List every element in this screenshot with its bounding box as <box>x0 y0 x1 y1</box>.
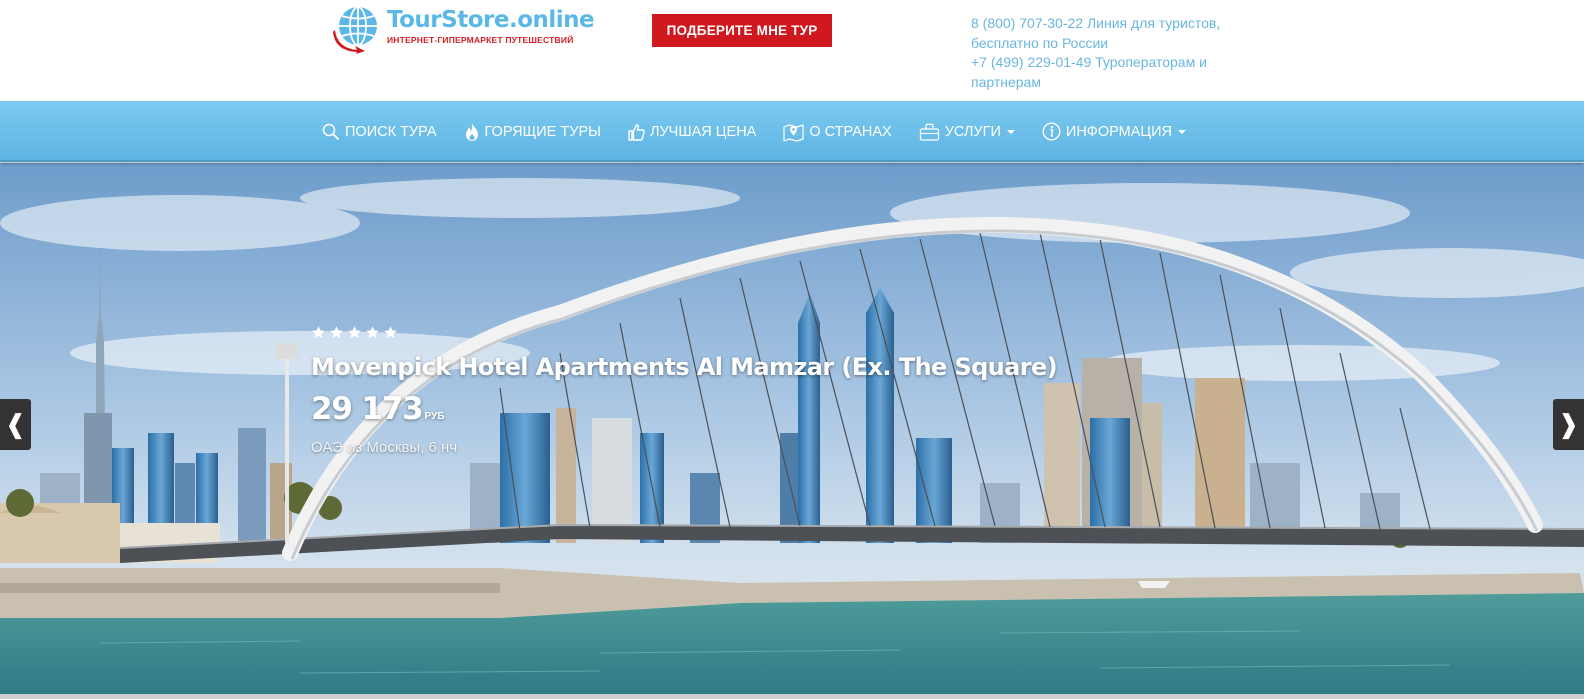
suitcase-icon <box>919 123 939 141</box>
logo-tagline: интернет-гипермаркет путешествий <box>387 35 574 45</box>
nav-item-label: ПОИСК ТУРА <box>345 123 437 140</box>
nav-item-label: ИНФОРМАЦИЯ <box>1065 123 1172 140</box>
thumbs-up-icon <box>628 123 645 141</box>
logo-name: TourStore.online <box>387 7 595 33</box>
globe-logo-icon <box>333 6 377 54</box>
contact-line: бесплатно по России <box>971 34 1109 51</box>
star-icon <box>384 326 397 339</box>
contact-info: 8 (800) 707-30-22 Линия для туристов, бе… <box>971 14 1241 92</box>
fire-icon <box>465 122 478 141</box>
nav-item-countries[interactable]: О СТРАНАХ <box>783 112 892 152</box>
slider-prev-button[interactable]: ❰ <box>0 399 31 450</box>
star-icon <box>366 326 379 339</box>
slide-caption: Movenpick Hotel Apartments Al Mamzar (Ex… <box>311 325 1058 456</box>
nav-item-label: УСЛУГИ <box>944 123 1001 140</box>
site-header: TourStore.online интернет-гипермаркет пу… <box>0 0 1584 101</box>
tour-details: ОАЭ из Москвы, 6 нч <box>311 439 458 456</box>
price-currency: руб <box>424 411 445 422</box>
nav-item-label: О СТРАНАХ <box>809 123 892 140</box>
map-pin-icon <box>783 123 804 142</box>
price-value: 29 173 <box>311 391 424 427</box>
nav-item-hot-tours[interactable]: ГОРЯЩИЕ ТУРЫ <box>464 112 601 152</box>
nav-item-label: ЛУЧШАЯ ЦЕНА <box>649 123 757 140</box>
main-nav: ПОИСК ТУРА ГОРЯЩИЕ ТУРЫ ЛУЧШАЯ ЦЕНА О СТ… <box>0 101 1584 162</box>
page-bottom-divider <box>0 694 1584 699</box>
nav-item-services[interactable]: УСЛУГИ <box>919 112 1015 152</box>
chevron-down-icon <box>1006 129 1015 134</box>
pick-tour-button[interactable]: ПОДБЕРИТЕ МНЕ ТУР <box>652 14 832 47</box>
chevron-down-icon <box>1177 129 1186 134</box>
nav-item-label: ГОРЯЩИЕ ТУРЫ <box>484 123 601 140</box>
star-icon <box>330 326 343 339</box>
contact-line: +7 (499) 229-01-49 Туроператорам и <box>971 54 1207 70</box>
search-icon <box>322 123 340 140</box>
nav-item-best-price[interactable]: ЛУЧШАЯ ЦЕНА <box>628 112 756 152</box>
star-icon <box>312 326 325 339</box>
tour-price: 29 173 руб <box>311 391 1057 427</box>
hotel-name-link[interactable]: Movenpick Hotel Apartments Al Mamzar (Ex… <box>311 353 1058 381</box>
hotel-rating <box>311 325 1057 343</box>
nav-item-tour-search[interactable]: ПОИСК ТУРА <box>322 112 437 152</box>
hero-slider: Movenpick Hotel Apartments Al Mamzar (Ex… <box>0 163 1584 694</box>
site-logo[interactable]: TourStore.online интернет-гипермаркет пу… <box>331 4 595 54</box>
contact-line: партнерам <box>971 73 1041 90</box>
slider-next-button[interactable]: ❱ <box>1553 399 1584 450</box>
info-icon <box>1042 122 1061 141</box>
contact-line: 8 (800) 707-30-22 Линия для туристов, <box>971 15 1221 31</box>
star-icon <box>348 326 361 339</box>
nav-item-information[interactable]: ИНФОРМАЦИЯ <box>1042 112 1186 152</box>
